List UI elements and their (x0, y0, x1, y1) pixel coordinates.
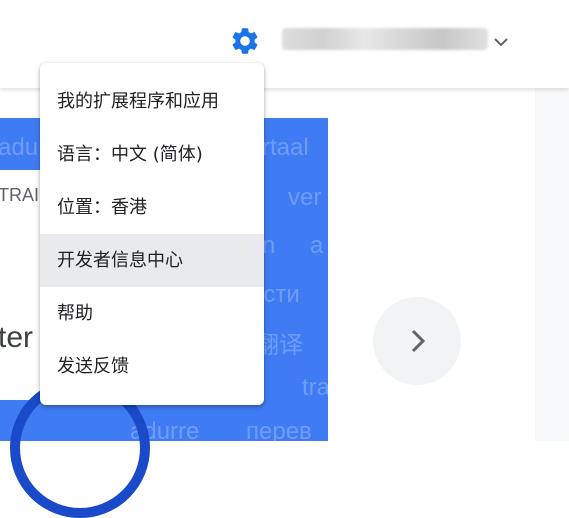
banner-word: n (262, 232, 276, 259)
menu-item-developer-center[interactable]: 开发者信息中心 (40, 234, 264, 287)
banner-word: rtaal (262, 134, 309, 161)
chevron-right-icon (411, 329, 426, 353)
menu-item-language[interactable]: 语言：中文 (简体) (40, 128, 264, 181)
side-panel (535, 88, 569, 441)
gear-icon[interactable] (229, 25, 261, 57)
banner-word: adu (0, 134, 39, 161)
account-email-blurred[interactable] (282, 28, 488, 50)
banner-word: TRAI (0, 185, 40, 205)
carousel-next-button[interactable] (373, 297, 461, 385)
banner-word: перев (246, 418, 312, 441)
menu-item-feedback[interactable]: 发送反馈 (40, 340, 264, 393)
menu-item-help[interactable]: 帮助 (40, 287, 264, 340)
banner-word: tra (302, 374, 328, 401)
chevron-down-icon[interactable] (492, 34, 510, 48)
menu-item-extensions[interactable]: 我的扩展程序和应用 (40, 75, 264, 128)
banner-word: a (310, 232, 324, 259)
banner-word: ter (0, 321, 34, 354)
banner-word: ver (288, 184, 322, 211)
settings-menu: 我的扩展程序和应用 语言：中文 (简体) 位置：香港 开发者信息中心 帮助 发送… (40, 63, 264, 405)
menu-item-location[interactable]: 位置：香港 (40, 181, 264, 234)
